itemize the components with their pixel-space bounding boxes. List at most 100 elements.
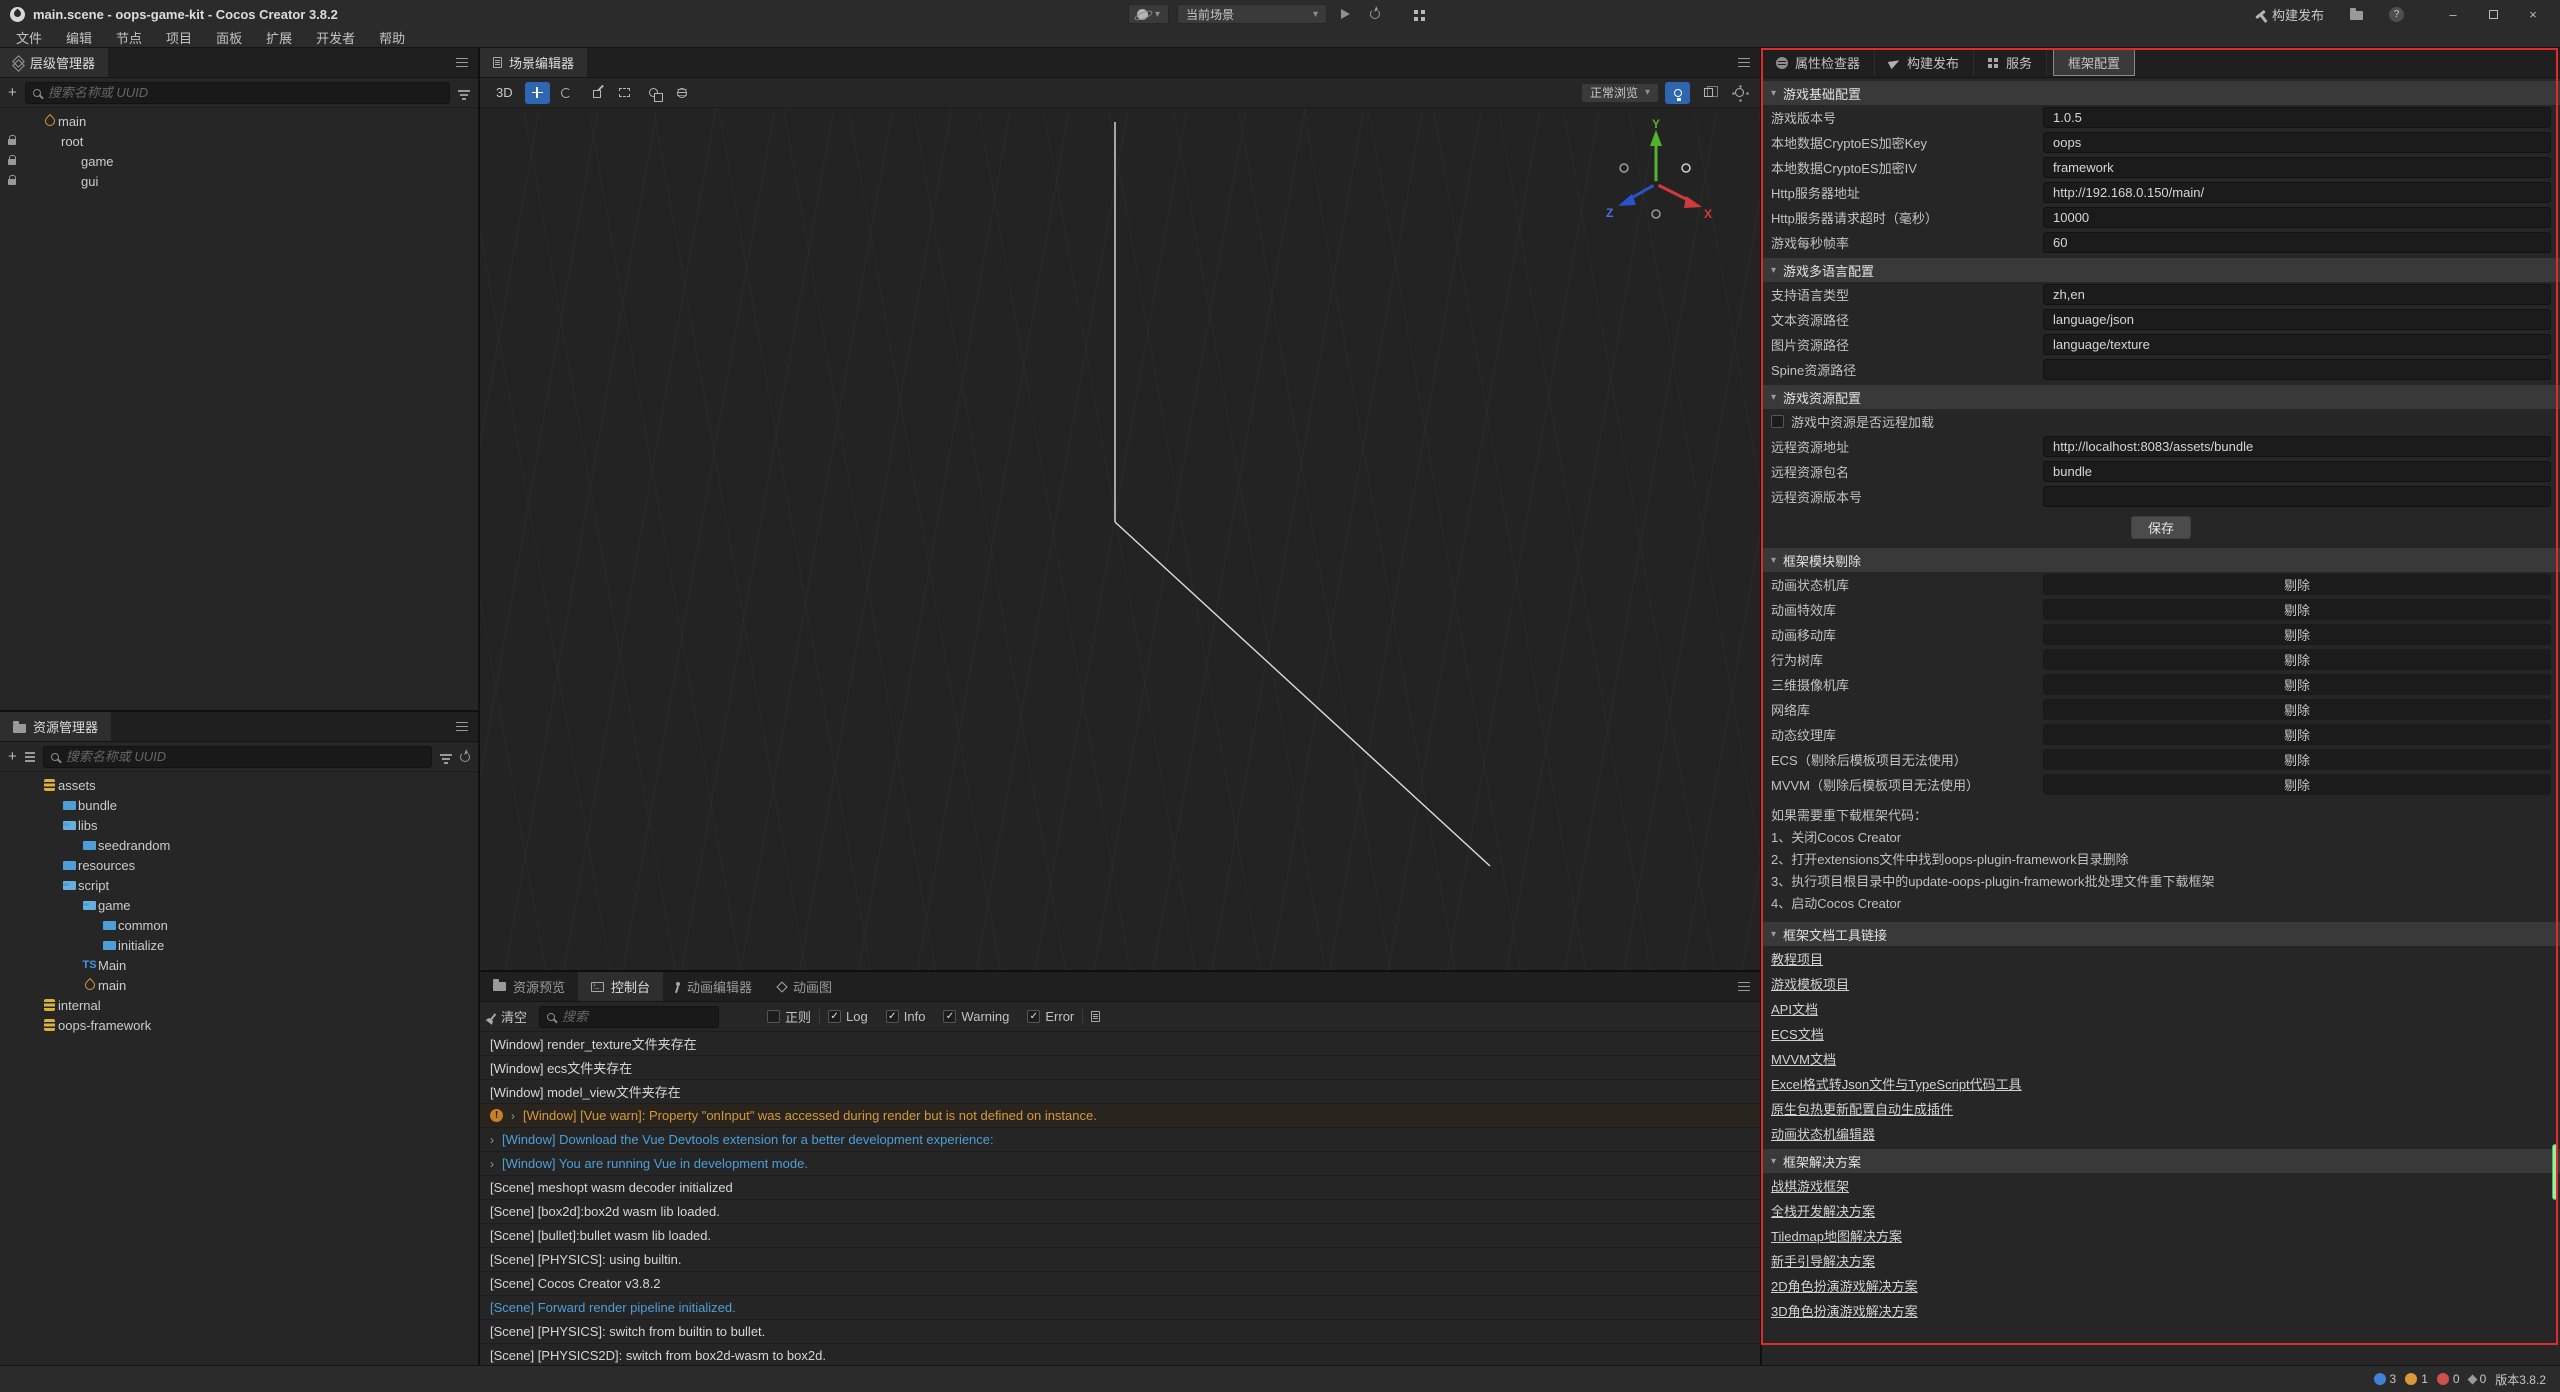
play-button[interactable]: [1335, 3, 1356, 25]
section-doc-links[interactable]: ▾ 框架文档工具链接: [1762, 922, 2560, 946]
inspector-scrollbar[interactable]: [2552, 1144, 2558, 1200]
section-basic-config[interactable]: ▾ 游戏基础配置: [1762, 81, 2560, 105]
assets-search[interactable]: [43, 746, 432, 768]
expand-chevron-icon[interactable]: ›: [490, 1133, 494, 1147]
log-row[interactable]: ! › [Scene] meshopt wasm decoder initial…: [480, 1176, 1760, 1200]
regex-checkbox[interactable]: [767, 1010, 780, 1023]
version-label[interactable]: 版本3.8.2: [2495, 1371, 2546, 1388]
menu-item[interactable]: 开发者: [304, 28, 367, 47]
menu-item[interactable]: 面板: [204, 28, 254, 47]
log-filter[interactable]: Log: [828, 1009, 868, 1024]
log-filter[interactable]: Warning: [943, 1009, 1009, 1024]
export-log-icon[interactable]: [1091, 1011, 1100, 1022]
remove-module-button[interactable]: 剔除: [2043, 749, 2551, 770]
tree-row[interactable]: main: [0, 111, 478, 131]
refresh-preview-button[interactable]: [1364, 3, 1386, 25]
assets-search-input[interactable]: [66, 749, 424, 764]
section-resource-config[interactable]: ▾ 游戏资源配置: [1762, 385, 2560, 409]
log-filter[interactable]: Error: [1027, 1009, 1074, 1024]
doc-link[interactable]: 游戏模板项目: [1771, 974, 1849, 993]
section-solutions[interactable]: ▾ 框架解决方案: [1762, 1149, 2560, 1173]
tree-row[interactable]: internal: [0, 995, 478, 1015]
tree-row[interactable]: main: [0, 975, 478, 995]
maximize-button[interactable]: [2480, 10, 2506, 19]
tree-row[interactable]: libs: [0, 815, 478, 835]
log-row[interactable]: ! › [Window] You are running Vue in deve…: [480, 1152, 1760, 1176]
tree-row[interactable]: seedrandom: [0, 835, 478, 855]
field-input[interactable]: [2043, 436, 2551, 457]
tree-row[interactable]: common: [0, 915, 478, 935]
hierarchy-search-input[interactable]: [48, 85, 442, 100]
remove-module-button[interactable]: 剔除: [2043, 599, 2551, 620]
remove-module-button[interactable]: 剔除: [2043, 624, 2551, 645]
field-input[interactable]: [2043, 107, 2551, 128]
console-search[interactable]: [539, 1006, 719, 1028]
axis-gizmo[interactable]: Y X Z: [1598, 118, 1718, 238]
log-row[interactable]: ! › [Scene] [PHYSICS]: using builtin.: [480, 1248, 1760, 1272]
remove-module-button[interactable]: 剔除: [2043, 574, 2551, 595]
log-row[interactable]: ! › [Scene] [PHYSICS2D]: switch from box…: [480, 1344, 1760, 1365]
menu-item[interactable]: 节点: [104, 28, 154, 47]
section-language-config[interactable]: ▾ 游戏多语言配置: [1762, 258, 2560, 282]
move-tool-button[interactable]: [525, 82, 550, 104]
tree-row[interactable]: initialize: [0, 935, 478, 955]
scale-tool-button[interactable]: [583, 82, 608, 104]
field-input[interactable]: [2043, 486, 2551, 507]
panel-menu-icon[interactable]: [456, 58, 468, 67]
expand-chevron-icon[interactable]: ›: [511, 1109, 515, 1123]
menu-item[interactable]: 编辑: [54, 28, 104, 47]
log-row[interactable]: ! › [Window] ecs文件夹存在: [480, 1056, 1760, 1080]
tree-row[interactable]: resources: [0, 855, 478, 875]
transform-tool-button[interactable]: [641, 82, 666, 104]
log-filter[interactable]: Info: [886, 1009, 926, 1024]
field-input[interactable]: [2043, 157, 2551, 178]
inspector-tab[interactable]: 构建发布: [1875, 48, 1974, 77]
console-search-input[interactable]: [562, 1009, 740, 1024]
log-row[interactable]: ! › [Window] Download the Vue Devtools e…: [480, 1128, 1760, 1152]
log-row[interactable]: ! › [Scene] [PHYSICS]: switch from built…: [480, 1320, 1760, 1344]
save-button[interactable]: 保存: [2131, 516, 2191, 539]
field-input[interactable]: [2043, 232, 2551, 253]
clear-console-button[interactable]: 清空: [488, 1007, 531, 1026]
solution-link[interactable]: 2D角色扮演游戏解决方案: [1771, 1276, 1918, 1295]
help-button[interactable]: ?: [2383, 3, 2410, 25]
solution-link[interactable]: 新手引导解决方案: [1771, 1251, 1875, 1270]
solution-link[interactable]: Tiledmap地图解决方案: [1771, 1226, 1902, 1245]
assets-filter-icon[interactable]: [440, 754, 452, 756]
console-tab[interactable]: 动画编辑器: [663, 972, 765, 1001]
remove-module-button[interactable]: 剔除: [2043, 699, 2551, 720]
field-input[interactable]: [2043, 207, 2551, 228]
field-input[interactable]: [2043, 182, 2551, 203]
tree-row[interactable]: bundle: [0, 795, 478, 815]
filter-checkbox[interactable]: [1027, 1010, 1040, 1023]
tree-row[interactable]: script: [0, 875, 478, 895]
regex-toggle[interactable]: 正则: [767, 1007, 811, 1026]
build-publish-button[interactable]: 构建发布: [2249, 3, 2330, 25]
tree-row[interactable]: root: [0, 131, 478, 151]
filter-checkbox[interactable]: [943, 1010, 956, 1023]
field-input[interactable]: [2043, 309, 2551, 330]
remote-load-toggle[interactable]: 游戏中资源是否远程加载: [1762, 409, 2560, 434]
log-row[interactable]: ! › [Scene] Cocos Creator v3.8.2: [480, 1272, 1760, 1296]
console-tab[interactable]: 资源预览: [480, 972, 578, 1001]
panel-menu-icon[interactable]: [456, 722, 468, 731]
console-tab[interactable]: 动画图: [765, 972, 845, 1001]
doc-link[interactable]: 动画状态机编辑器: [1771, 1124, 1875, 1143]
tab-assets[interactable]: 资源管理器: [0, 712, 111, 741]
menu-item[interactable]: 扩展: [254, 28, 304, 47]
field-input[interactable]: [2043, 461, 2551, 482]
scene-select[interactable]: 当前场景 ▾: [1177, 4, 1327, 24]
field-input[interactable]: [2043, 334, 2551, 355]
tree-row[interactable]: gui: [0, 171, 478, 191]
scene-settings-button[interactable]: [1727, 82, 1752, 104]
doc-link[interactable]: API文档: [1771, 999, 1818, 1018]
panel-menu-icon[interactable]: [1738, 58, 1750, 67]
projection-toggle-button[interactable]: [1696, 82, 1721, 104]
tab-scene-editor[interactable]: 场景编辑器: [480, 48, 587, 77]
add-node-button[interactable]: +: [8, 85, 17, 100]
message-count-badge[interactable]: 3: [2374, 1372, 2397, 1386]
tree-row[interactable]: assets: [0, 775, 478, 795]
doc-link[interactable]: MVVM文档: [1771, 1049, 1836, 1068]
inspector-tab[interactable]: 框架配置: [2053, 49, 2135, 76]
solution-link[interactable]: 全栈开发解决方案: [1771, 1201, 1875, 1220]
